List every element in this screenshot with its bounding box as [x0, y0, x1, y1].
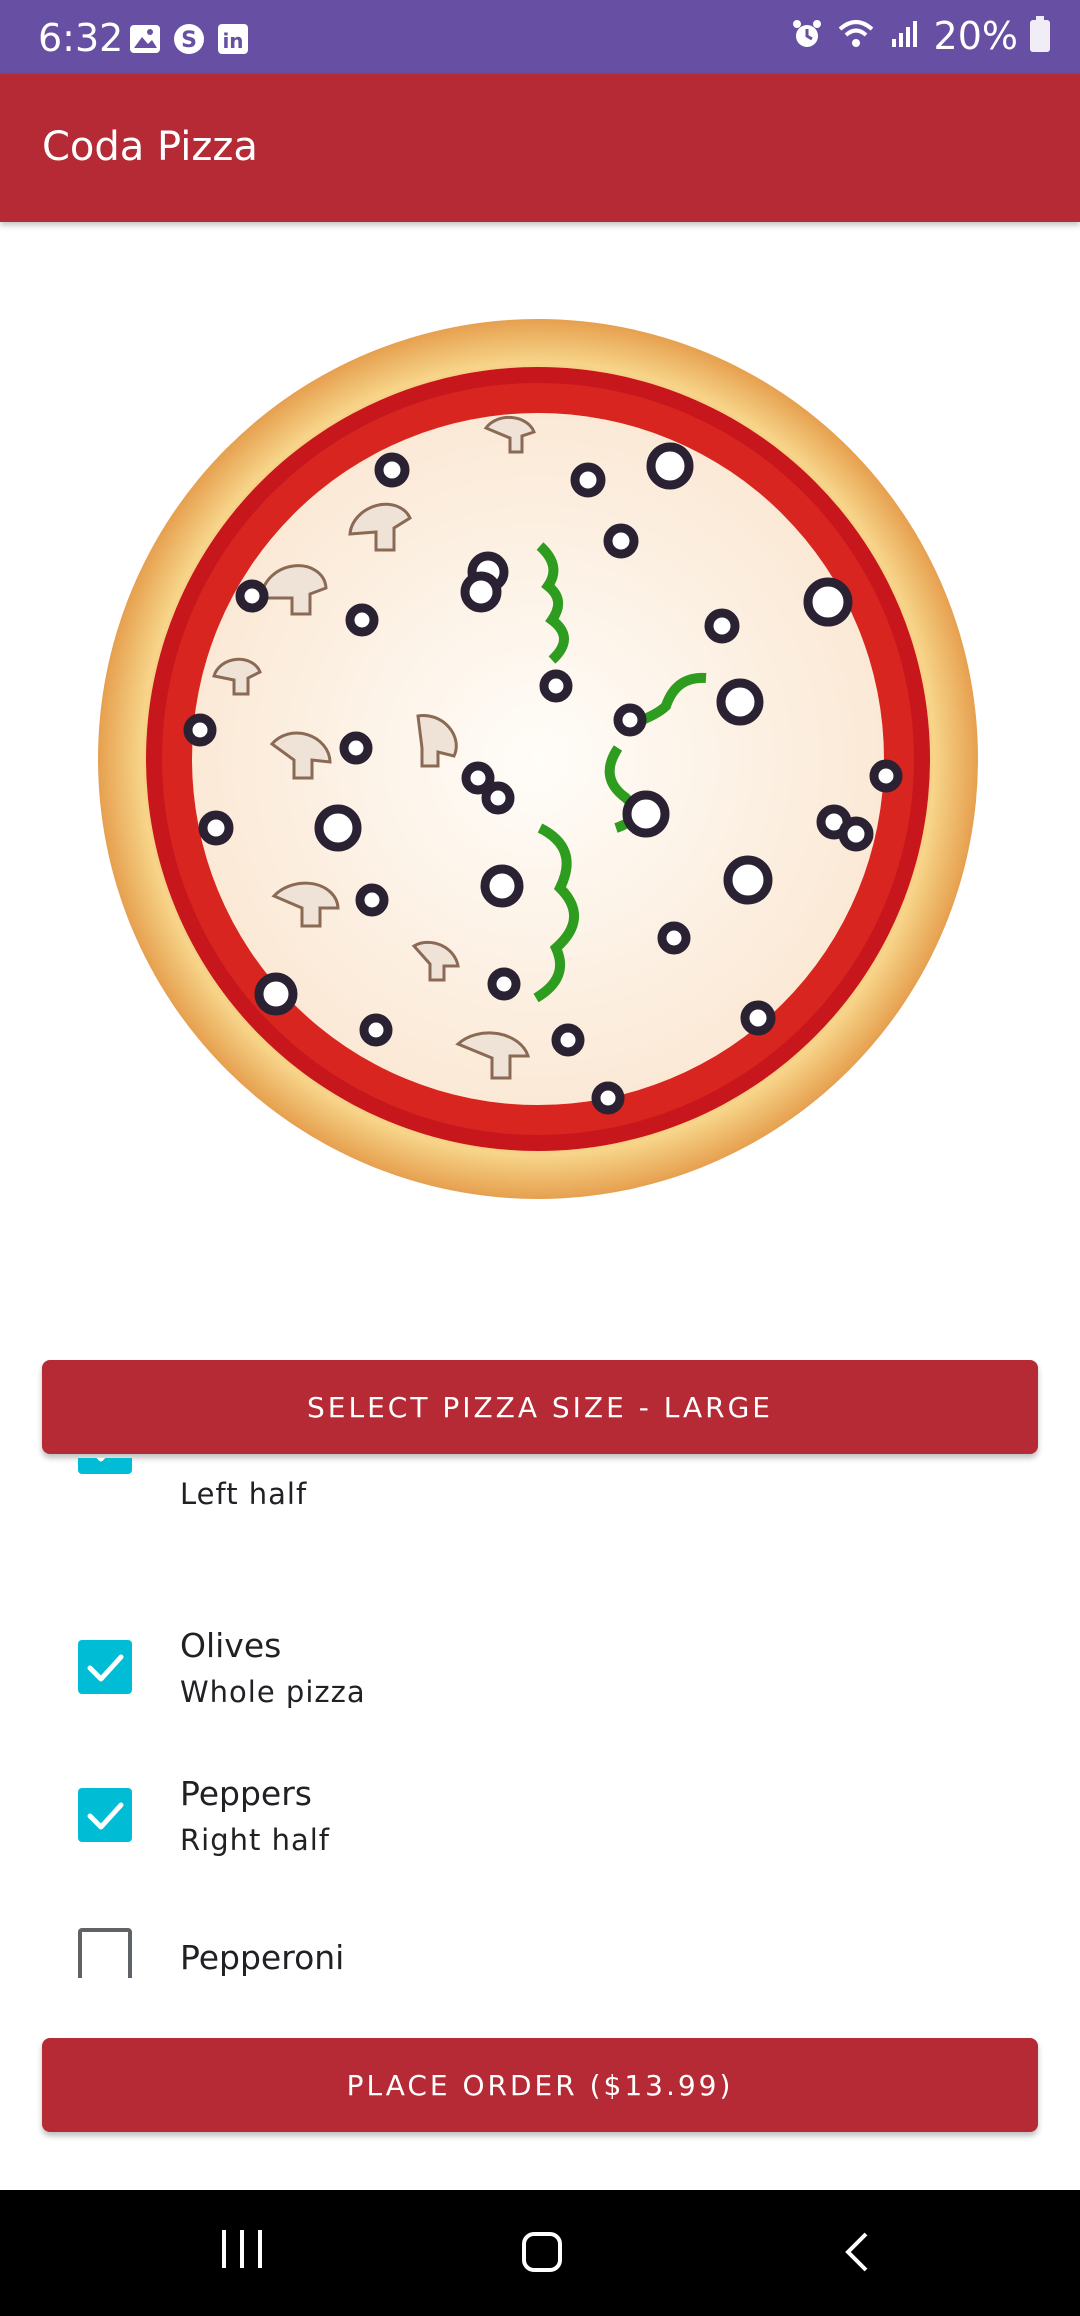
wifi-icon — [836, 17, 876, 55]
navigation-bar — [0, 2190, 1080, 2316]
topping-name: Pepperoni — [180, 1938, 345, 1977]
pizza-illustration — [98, 319, 978, 1199]
topping-name: Olives — [180, 1626, 282, 1665]
topping-checkbox[interactable] — [78, 1928, 132, 1978]
alarm-icon — [790, 17, 824, 55]
app-title: Coda Pizza — [42, 124, 258, 170]
place-order-button[interactable]: PLACE ORDER ($13.99) — [42, 2038, 1038, 2132]
checkmark-icon — [87, 1802, 124, 1830]
select-size-button[interactable]: SELECT PIZZA SIZE - LARGE — [42, 1360, 1038, 1454]
checkmark-icon — [87, 1654, 124, 1682]
linkedin-icon: in — [216, 22, 250, 56]
notification-icons: S in — [128, 22, 250, 56]
svg-text:S: S — [181, 28, 197, 53]
toppings-list[interactable]: Left half Olives Whole pizza Peppers Rig… — [0, 1458, 1080, 1978]
topping-placement: Whole pizza — [180, 1675, 366, 1709]
status-bar: 6:32 S in 20% — [0, 0, 1080, 74]
topping-checkbox[interactable] — [78, 1640, 132, 1694]
signal-icon — [888, 17, 922, 55]
topping-checkbox[interactable] — [78, 1458, 132, 1474]
topping-row-olives[interactable]: Olives Whole pizza — [0, 1622, 1080, 1770]
topping-row-mushrooms[interactable]: Left half — [0, 1458, 1080, 1511]
battery-percent: 20% — [933, 14, 1018, 58]
status-time: 6:32 — [38, 16, 124, 60]
recent-apps-icon[interactable] — [222, 2230, 262, 2270]
topping-placement: Right half — [180, 1823, 331, 1857]
topping-name: Peppers — [180, 1774, 312, 1813]
svg-text:in: in — [222, 29, 243, 53]
back-icon[interactable] — [838, 2228, 878, 2276]
skype-icon: S — [172, 22, 206, 56]
app-bar: Coda Pizza — [0, 74, 1080, 222]
topping-checkbox[interactable] — [78, 1788, 132, 1842]
gallery-icon — [128, 22, 162, 56]
topping-row-pepperoni[interactable]: Pepperoni — [0, 1918, 1080, 1978]
checkmark-icon — [96, 1458, 106, 1462]
status-right: 20% — [790, 16, 1050, 56]
home-icon[interactable] — [522, 2232, 562, 2272]
battery-icon — [1030, 16, 1050, 52]
topping-placement: Left half — [180, 1477, 308, 1511]
topping-row-peppers[interactable]: Peppers Right half — [0, 1770, 1080, 1918]
pizza-image — [96, 316, 980, 1202]
